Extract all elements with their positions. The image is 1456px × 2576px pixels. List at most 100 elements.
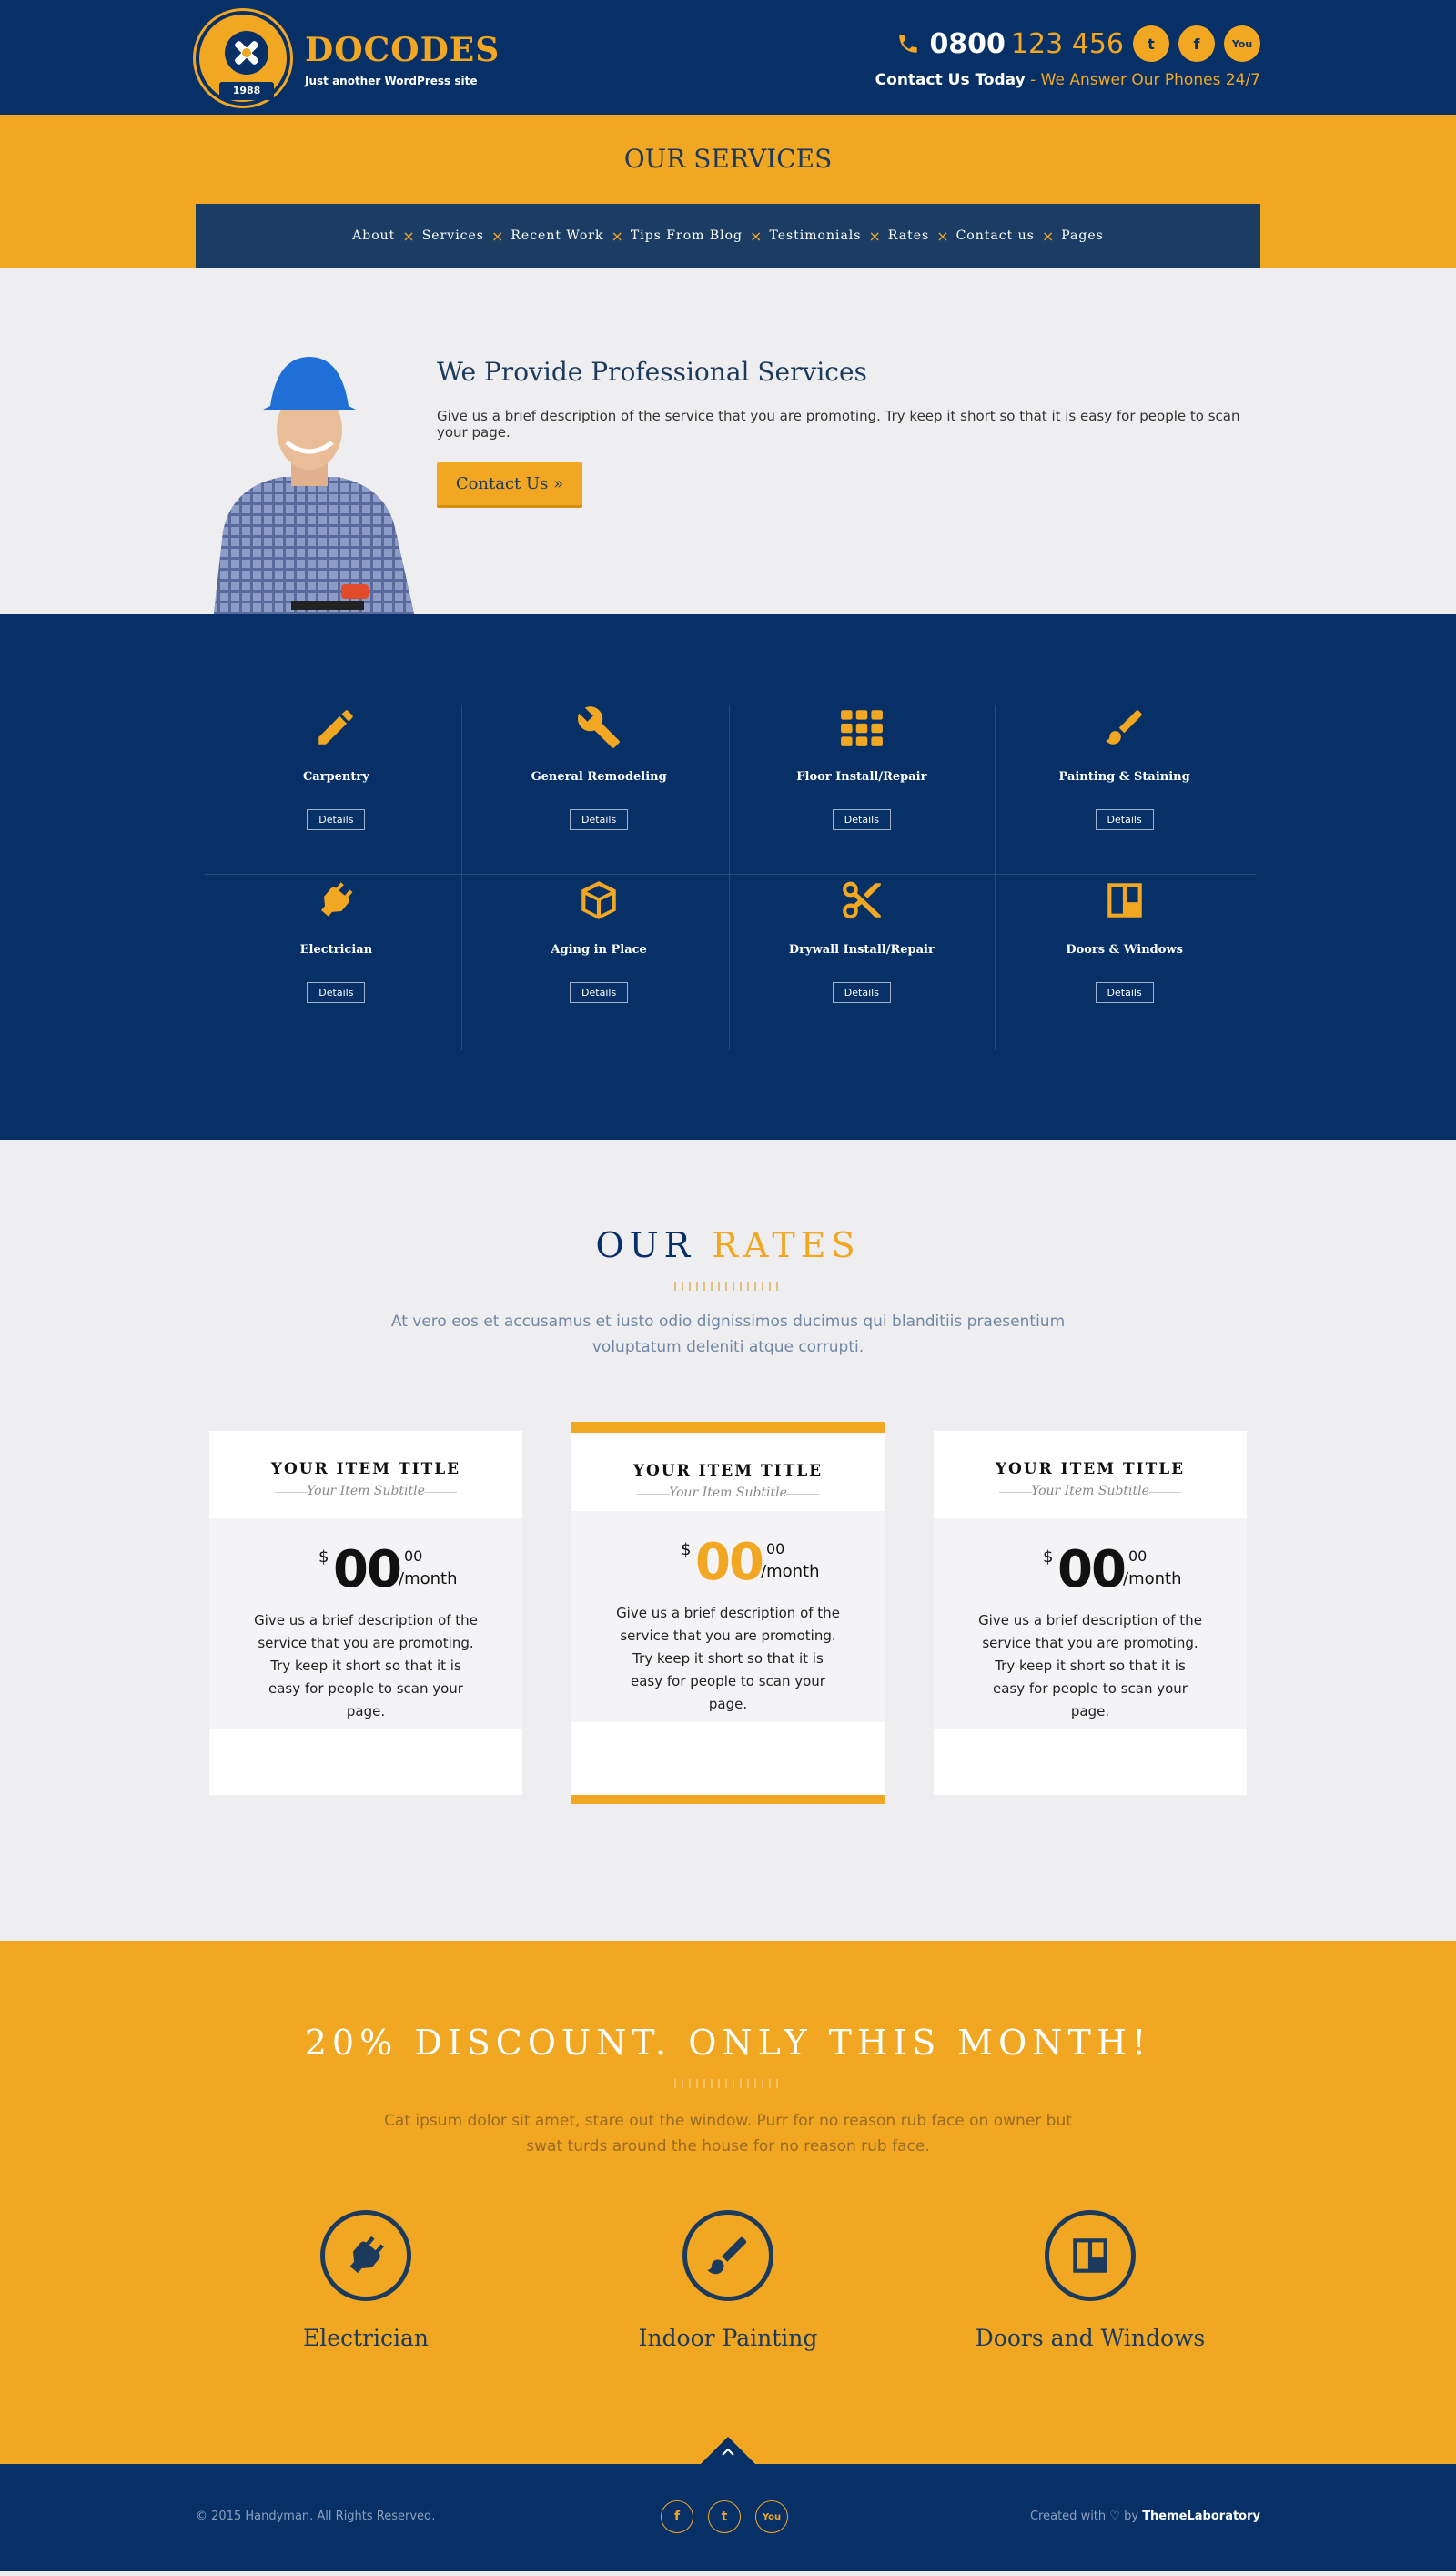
credit-link[interactable]: ThemeLaboratory — [1142, 2510, 1260, 2523]
price-currency: $ — [318, 1547, 329, 1567]
plug-icon — [321, 882, 353, 917]
heart-icon: ♡ — [1109, 2510, 1120, 2523]
price-amount: 00 — [695, 1533, 764, 1592]
nav-separator: × — [750, 227, 763, 245]
feature-item[interactable]: Doors and Windows — [954, 2210, 1227, 2351]
service-name: Doors & Windows — [1066, 943, 1183, 957]
intro-text: Give us a brief description of the servi… — [437, 408, 1240, 441]
footer-social: f t You — [661, 2500, 788, 2533]
heading-divider — [674, 2079, 782, 2088]
service-card: Floor Install/Repair Details — [731, 705, 994, 877]
phone-number-bold[interactable]: 0800 — [929, 28, 1006, 60]
price-period: /month — [1123, 1569, 1182, 1588]
worker-image — [214, 357, 414, 614]
brand-name[interactable]: DOCODES — [305, 31, 500, 69]
plug-icon — [349, 2236, 384, 2274]
rate-card-title: YOUR ITEM TITLE — [632, 1462, 824, 1480]
service-card: Painting & Staining Details — [993, 705, 1256, 877]
price-amount: 00 — [1057, 1540, 1127, 1599]
copyright: © 2015 Handyman. All Rights Reserved. — [196, 2510, 436, 2523]
price: $ 00 00 /month — [318, 1540, 482, 1599]
price: $ 00 00 /month — [1043, 1540, 1207, 1599]
rate-card-subtitle: Your Item Subtitle — [571, 1486, 885, 1500]
youtube-icon[interactable]: You — [1224, 25, 1260, 62]
logo[interactable]: 1988 — [196, 11, 290, 106]
rates-section: OUR RATES At vero eos et accusamus et iu… — [0, 1140, 1456, 1941]
details-button[interactable]: Details — [832, 809, 891, 830]
details-button[interactable]: Details — [307, 982, 366, 1003]
feature-label: Doors and Windows — [975, 2325, 1206, 2351]
youtube-icon[interactable]: You — [755, 2500, 788, 2533]
service-name: Carpentry — [302, 770, 369, 784]
credit: Created with ♡ by ThemeLaboratory — [1030, 2510, 1260, 2523]
nav-rates[interactable]: Rates — [888, 228, 929, 243]
main-nav: About × Services × Recent Work × Tips From … — [196, 204, 1260, 268]
nav-separator: × — [490, 227, 504, 245]
tiles-icon — [840, 710, 883, 746]
price-period: /month — [761, 1562, 820, 1581]
rate-card: YOUR ITEM TITLE Your Item Subtitle $ 00 … — [934, 1431, 1247, 1795]
service-name: Electrician — [299, 943, 373, 957]
service-card: Drywall Install/Repair Details — [731, 877, 994, 1050]
nav-about[interactable]: About — [352, 228, 395, 243]
nav-separator: × — [611, 227, 623, 245]
details-button[interactable]: Details — [1095, 982, 1154, 1003]
rate-card-description: Give us a brief description of the servi… — [616, 1605, 840, 1712]
contact-sub: - We Answer Our Phones 24/7 — [1030, 71, 1260, 89]
service-card: Electrician Details — [205, 877, 468, 1050]
rate-price-box: $ 00 00 /month Give us a brief descripti… — [934, 1518, 1247, 1729]
nav-separator: × — [936, 227, 949, 245]
twitter-icon[interactable]: t — [708, 2500, 741, 2533]
phone-number-rest[interactable]: 123 456 — [1011, 28, 1124, 60]
feature-label: Indoor Painting — [638, 2325, 818, 2351]
contact-us-button[interactable]: Contact Us » — [437, 462, 582, 508]
rate-card: YOUR ITEM TITLE Your Item Subtitle $ 00 … — [209, 1431, 522, 1795]
box-icon — [581, 881, 616, 919]
service-card: Aging in Place Details — [468, 877, 731, 1050]
rate-card-description: Give us a brief description of the servi… — [254, 1612, 478, 1719]
nav-services[interactable]: Services — [422, 228, 484, 243]
feature-item[interactable]: Indoor Painting — [592, 2210, 864, 2351]
details-button[interactable]: Details — [570, 982, 629, 1003]
nav-recent-work[interactable]: Recent Work — [511, 228, 603, 243]
intro-heading: We Provide Professional Services — [437, 357, 867, 387]
price-currency: $ — [1043, 1547, 1054, 1567]
rate-card-description: Give us a brief description of the servi… — [978, 1612, 1202, 1719]
price-currency: $ — [681, 1540, 692, 1559]
intro-section: We Provide Professional Services Give us… — [0, 268, 1456, 614]
nav-tips-from-blog[interactable]: Tips From Blog — [631, 228, 743, 243]
rates-heading: OUR RATES — [0, 1225, 1456, 1265]
facebook-icon[interactable]: f — [661, 2500, 693, 2533]
details-button[interactable]: Details — [307, 809, 366, 830]
services-grid-section: Carpentry Details General Remodeling Det… — [0, 614, 1456, 1140]
details-button[interactable]: Details — [832, 982, 891, 1003]
rate-card-subtitle: Your Item Subtitle — [209, 1484, 522, 1498]
window-icon — [1073, 2238, 1107, 2273]
nav-separator: × — [868, 227, 881, 245]
feature-ring — [320, 2210, 411, 2301]
twitter-icon[interactable]: t — [1133, 25, 1169, 62]
feature-ring — [1045, 2210, 1136, 2301]
rate-price-box: $ 00 00 /month Give us a brief descripti… — [571, 1511, 885, 1722]
site-header: 1988 DOCODES Just another WordPress site… — [0, 0, 1456, 115]
details-button[interactable]: Details — [1095, 809, 1154, 830]
feature-ring — [682, 2210, 774, 2301]
price-amount: 00 — [333, 1540, 402, 1599]
pencil-icon — [318, 710, 354, 745]
back-to-top-icon[interactable] — [701, 2437, 755, 2464]
service-name: Drywall Install/Repair — [788, 943, 935, 957]
discount-text: Cat ipsum dolor sit amet, stare out the … — [384, 2112, 1072, 2155]
site-footer: © 2015 Handyman. All Rights Reserved. f … — [0, 2437, 1456, 2571]
nav-contact-us[interactable]: Contact us — [956, 228, 1035, 243]
nav-testimonials[interactable]: Testimonials — [769, 228, 861, 243]
price: $ 00 00 /month — [681, 1533, 844, 1592]
feature-item[interactable]: Electrician — [229, 2210, 502, 2351]
service-card: General Remodeling Details — [468, 705, 731, 877]
details-button[interactable]: Details — [570, 809, 629, 830]
credit-by: by — [1124, 2510, 1139, 2523]
nav-pages[interactable]: Pages — [1061, 228, 1104, 243]
tagline: Just another WordPress site — [305, 75, 478, 87]
facebook-icon[interactable]: f — [1178, 25, 1215, 62]
price-cents: 00 — [766, 1540, 785, 1557]
nav-separator: × — [402, 227, 415, 245]
